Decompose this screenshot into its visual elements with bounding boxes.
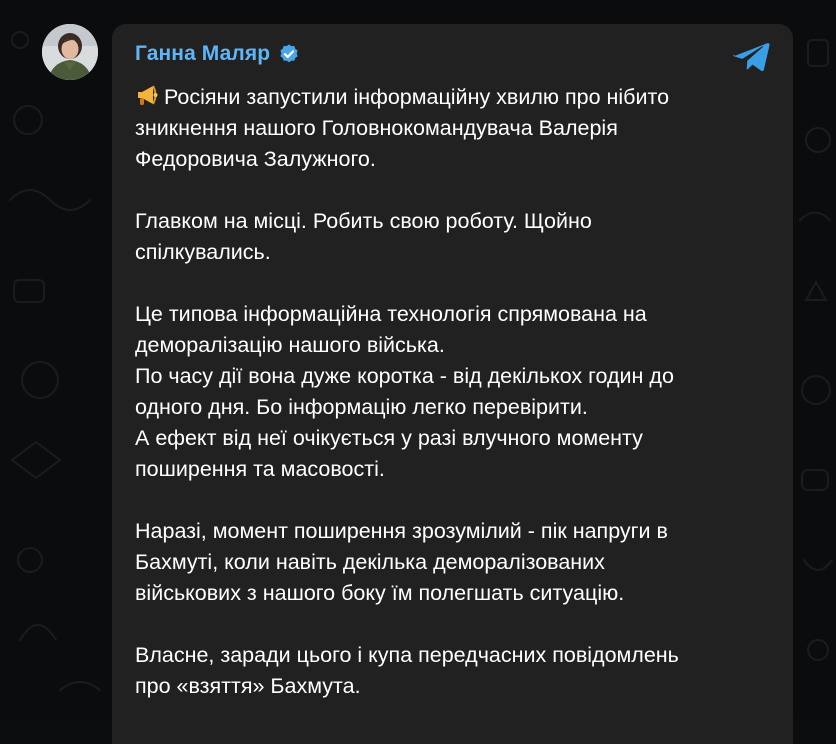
message-line: Це типова інформаційна технологія спрямо… <box>135 302 647 326</box>
message-line: зникнення нашого Головнокомандувача Вале… <box>135 116 618 140</box>
megaphone-icon <box>138 85 158 105</box>
message-line: По часу дії вона дуже коротка - від декі… <box>135 364 674 388</box>
message-line: А ефект від неї очікується у разі влучно… <box>135 426 643 450</box>
message-line: Наразі, момент поширення зрозумілий - пі… <box>135 519 668 543</box>
telegram-icon[interactable] <box>733 40 771 74</box>
message-line: одного дня. Бо інформацію легко перевіри… <box>135 395 588 419</box>
avatar-photo <box>42 24 98 80</box>
message-line: поширення та масовості. <box>135 457 385 481</box>
sender-name[interactable]: Ганна Маляр <box>135 42 270 66</box>
message-line: Власне, заради цього і купа передчасних … <box>135 643 679 667</box>
message-text: Росіяни запустили інформаційну хвилю про… <box>135 82 775 702</box>
message-line: деморалізацію нашого війська. <box>135 333 445 357</box>
message-paragraph: Власне, заради цього і купа передчасних … <box>135 640 775 702</box>
message-line: військових з нашого боку їм полегшать си… <box>135 581 625 605</box>
message-paragraph: Це типова інформаційна технологія спрямо… <box>135 299 775 485</box>
message-line: Федоровича Залужного. <box>135 147 376 171</box>
message-bubble: Ганна Маляр Росіяни запустили інформацій… <box>112 24 793 744</box>
message-paragraph: Главком на місці. Робить свою роботу. Що… <box>135 206 775 268</box>
message-line: Бахмуті, коли навіть декілька деморалізо… <box>135 550 605 574</box>
message-header: Ганна Маляр <box>135 42 300 66</box>
message-paragraph: Наразі, момент поширення зрозумілий - пі… <box>135 516 775 609</box>
verified-badge-icon <box>280 44 298 63</box>
message-line: спілкувались. <box>135 240 271 264</box>
message-paragraph: Росіяни запустили інформаційну хвилю про… <box>135 82 775 175</box>
message-line: про «взяття» Бахмута. <box>135 674 361 698</box>
avatar[interactable] <box>42 24 98 80</box>
message-line: Главком на місці. Робить свою роботу. Що… <box>135 209 592 233</box>
message-line: Росіяни запустили інформаційну хвилю про… <box>135 82 775 113</box>
